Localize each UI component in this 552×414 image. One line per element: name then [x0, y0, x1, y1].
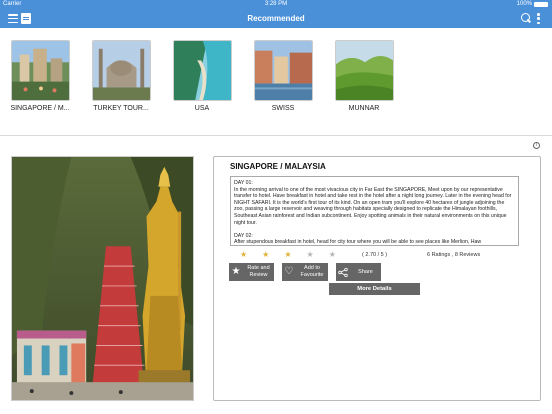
destination-item-singapore[interactable]: SINGAPORE / M... — [0, 40, 80, 112]
info-icon[interactable]: i — [533, 142, 540, 149]
battery-indicator: 100% — [517, 0, 548, 9]
share-icon — [336, 267, 350, 277]
rate-and-review-button[interactable]: ★ Rate and Review — [229, 263, 274, 281]
star-partial-icon: ★ — [284, 250, 292, 259]
destination-thumbnail — [10, 40, 70, 101]
rating-count: 6 Ratings , 8 Reviews — [427, 252, 481, 258]
description-paragraph: After stupendous breakfast in hotel, hea… — [234, 239, 482, 246]
destination-label: SINGAPORE / M... — [10, 105, 70, 112]
destination-label: SWISS — [271, 105, 295, 112]
status-time: 3:28 PM — [264, 1, 288, 7]
destination-item-turkey[interactable]: TURKEY TOUR... — [81, 40, 161, 112]
rating-stars: ★ ★ ★ ★ ★ — [240, 251, 336, 259]
section-divider — [0, 135, 552, 136]
favourite-button-label: Add to Favourite — [300, 265, 324, 278]
description-paragraph: DAY 01: — [234, 180, 253, 186]
description-paragraph: DAY 02: — [234, 232, 253, 239]
star-empty-icon: ★ — [306, 250, 314, 259]
destination-item-usa[interactable]: USA — [162, 40, 242, 112]
destination-thumbnail — [172, 40, 232, 101]
destination-thumbnail — [253, 40, 313, 101]
star-empty-icon: ★ — [328, 250, 336, 259]
page-title: Recommended — [247, 14, 305, 23]
battery-percent: 100% — [516, 1, 532, 7]
destination-label: MUNNAR — [348, 105, 380, 112]
navigation-bar: Recommended — [0, 9, 552, 28]
details-title: SINGAPORE / MALAYSIA — [230, 162, 326, 171]
rating-value: ( 2.70 / 5 ) — [362, 252, 388, 258]
share-button-label: Share — [358, 268, 373, 275]
search-icon[interactable] — [521, 13, 531, 24]
status-bar: Carrier 3:28 PM 100% — [0, 0, 552, 9]
heart-icon: ♡ — [284, 266, 294, 277]
star-icon: ★ — [231, 266, 241, 277]
destination-list: SINGAPORE / M... TURKEY TOUR... USA SWIS… — [0, 40, 552, 120]
destination-item-swiss[interactable]: SWISS — [243, 40, 323, 112]
destination-item-munnar[interactable]: MUNNAR — [324, 40, 404, 112]
more-details-button[interactable]: More Details — [329, 283, 420, 295]
star-filled-icon: ★ — [240, 250, 248, 259]
destination-label: TURKEY TOUR... — [93, 105, 149, 112]
destination-hero-image — [11, 156, 194, 401]
add-to-favourite-button[interactable]: ♡ Add to Favourite — [282, 263, 328, 281]
rate-button-label: Rate and Review — [247, 265, 270, 278]
destination-label: USA — [194, 105, 210, 112]
share-button[interactable]: Share — [336, 263, 381, 281]
destination-thumbnail — [91, 40, 151, 101]
itinerary-description[interactable]: DAY 01: In the morning arrival to one of… — [230, 176, 519, 246]
description-paragraph: In the morning arrival to one of the mos… — [234, 186, 512, 226]
more-options-icon[interactable] — [537, 13, 540, 24]
battery-icon — [534, 2, 548, 7]
star-filled-icon: ★ — [262, 250, 270, 259]
destination-details-panel: SINGAPORE / MALAYSIA DAY 01: In the morn… — [213, 156, 541, 401]
destination-thumbnail — [334, 40, 394, 101]
